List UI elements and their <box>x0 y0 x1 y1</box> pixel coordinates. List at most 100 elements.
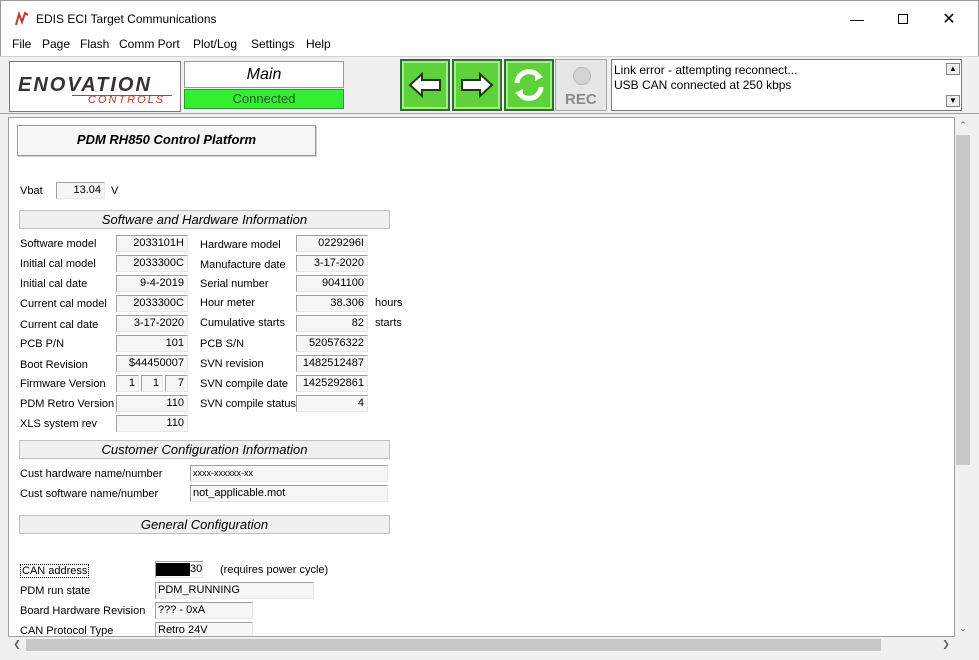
menu-page[interactable]: Page <box>42 37 70 51</box>
boot-revision-label: Boot Revision <box>20 359 88 371</box>
cust-hardware-value: xxxx-xxxxxx-xx <box>190 465 388 482</box>
firmware-version-label: Firmware Version <box>20 378 106 390</box>
scroll-right-icon[interactable]: ❯ <box>939 639 953 650</box>
svn-compile-status-value: 4 <box>296 395 368 412</box>
connection-status: Connected <box>184 89 344 109</box>
record-label: REC <box>565 91 597 108</box>
current-cal-model-value: 2033300C <box>116 295 188 312</box>
can-address-input[interactable]: 30 <box>155 561 203 578</box>
can-address-note: (requires power cycle) <box>220 564 329 576</box>
svn-compile-date-label: SVN compile date <box>200 378 289 390</box>
pdm-retro-version-value: 110 <box>116 395 188 412</box>
horizontal-scroll-thumb[interactable] <box>26 639 881 651</box>
menu-flash[interactable]: Flash <box>80 37 109 51</box>
pcb-pn-value: 101 <box>116 335 188 352</box>
can-protocol-type-label: CAN Protocol Type <box>20 625 114 637</box>
hardware-model-label: Hardware model <box>200 239 281 251</box>
maximize-icon <box>898 14 908 24</box>
initial-cal-model-value: 2033300C <box>116 255 188 272</box>
enovation-logo: ENOVATION CONTROLS <box>9 61 181 112</box>
title-bar: EDIS ECI Target Communications — ✕ <box>0 0 979 36</box>
main-panel: PDM RH850 Control Platform Vbat 13.04 V … <box>8 117 955 637</box>
forward-button[interactable] <box>452 59 502 111</box>
hour-meter-label: Hour meter <box>200 297 256 309</box>
close-icon: ✕ <box>942 11 956 28</box>
section-customer-header: Customer Configuration Information <box>19 440 390 459</box>
menu-bar: File Page Flash Comm Port Plot/Log Setti… <box>0 36 979 56</box>
pcb-sn-label: PCB S/N <box>200 338 245 350</box>
section-general-header: General Configuration <box>19 515 390 534</box>
svn-revision-value: 1482512487 <box>296 355 368 372</box>
arrow-right-icon <box>461 71 494 99</box>
firmware-version-minor: 1 <box>141 375 163 392</box>
menu-settings[interactable]: Settings <box>251 37 294 51</box>
software-model-label: Software model <box>20 238 97 250</box>
manufacture-date-value: 3-17-2020 <box>296 255 368 272</box>
menu-help[interactable]: Help <box>306 37 331 51</box>
logo-sub-text: CONTROLS <box>88 94 166 106</box>
menu-comm-port[interactable]: Comm Port <box>119 37 180 51</box>
vbat-unit: V <box>111 185 119 197</box>
scroll-up-icon: ▲ <box>949 64 957 73</box>
board-hw-revision-label: Board Hardware Revision <box>20 605 146 617</box>
initial-cal-model-label: Initial cal model <box>20 258 96 270</box>
page-name: Main <box>184 61 344 88</box>
pdm-run-state-value: PDM_RUNNING <box>155 582 314 599</box>
status-log: Link error - attempting reconnect... USB… <box>611 59 962 111</box>
refresh-icon <box>514 69 544 101</box>
initial-cal-date-label: Initial cal date <box>20 278 88 290</box>
log-line: Link error - attempting reconnect... <box>614 63 798 77</box>
menu-plot-log[interactable]: Plot/Log <box>193 37 237 51</box>
manufacture-date-label: Manufacture date <box>200 259 286 271</box>
log-line: USB CAN connected at 250 kbps <box>614 78 792 92</box>
xls-system-rev-value: 110 <box>116 415 188 432</box>
scroll-left-icon[interactable]: ❮ <box>10 639 24 650</box>
firmware-version-major: 1 <box>116 375 139 392</box>
svn-compile-status-label: SVN compile status <box>200 398 296 410</box>
cumulative-starts-unit: starts <box>375 317 402 329</box>
arrow-left-icon <box>408 71 441 99</box>
log-scroll-up[interactable]: ▲ <box>946 63 960 75</box>
can-protocol-type-value: Retro 24V <box>155 622 253 636</box>
scroll-down-icon[interactable]: ⌄ <box>956 623 970 634</box>
scroll-up-icon[interactable]: ⌃ <box>956 120 970 131</box>
serial-number-label: Serial number <box>200 278 269 290</box>
cumulative-starts-value: 82 <box>296 315 368 332</box>
xls-system-rev-label: XLS system rev <box>20 418 98 430</box>
close-button[interactable]: ✕ <box>926 1 972 37</box>
cumulative-starts-label: Cumulative starts <box>200 317 285 329</box>
can-address-label: CAN address <box>20 564 90 578</box>
record-button[interactable]: REC <box>555 59 607 111</box>
cust-software-label: Cust software name/number <box>20 488 159 500</box>
vbat-value: 13.04 <box>56 182 105 199</box>
refresh-button[interactable] <box>504 59 554 111</box>
cust-software-value: not_applicable.mot <box>190 485 388 502</box>
board-hw-revision-value: ??? - 0xA <box>155 602 253 619</box>
maximize-button[interactable] <box>880 1 926 37</box>
scroll-down-icon: ▼ <box>949 96 957 105</box>
firmware-version-patch: 7 <box>165 375 188 392</box>
initial-cal-date-value: 9-4-2019 <box>116 275 188 292</box>
menu-file[interactable]: File <box>12 37 31 51</box>
software-model-value: 2033101H <box>116 235 188 252</box>
minimize-icon: — <box>850 11 864 27</box>
current-cal-date-label: Current cal date <box>20 319 99 331</box>
vbat-label: Vbat <box>20 185 43 197</box>
pcb-sn-value: 520576322 <box>296 335 368 352</box>
can-address-value: 30 <box>190 563 203 575</box>
boot-revision-value: $44450007 <box>116 355 188 372</box>
minimize-button[interactable]: — <box>834 1 880 37</box>
log-scroll-down[interactable]: ▼ <box>946 95 960 107</box>
app-logo-icon <box>15 11 29 26</box>
pdm-run-state-label: PDM run state <box>20 585 91 597</box>
current-cal-model-label: Current cal model <box>20 298 107 310</box>
back-button[interactable] <box>400 59 450 111</box>
vertical-scrollbar[interactable]: ⌃ ⌄ <box>955 117 971 637</box>
serial-number-value: 9041100 <box>296 275 368 292</box>
hour-meter-unit: hours <box>375 297 403 309</box>
record-icon <box>573 67 591 85</box>
vertical-scroll-thumb[interactable] <box>956 135 970 465</box>
panel-title: PDM RH850 Control Platform <box>17 125 316 156</box>
horizontal-scrollbar[interactable]: ❮ ❯ <box>8 637 955 653</box>
section-sw-hw-header: Software and Hardware Information <box>19 210 390 229</box>
